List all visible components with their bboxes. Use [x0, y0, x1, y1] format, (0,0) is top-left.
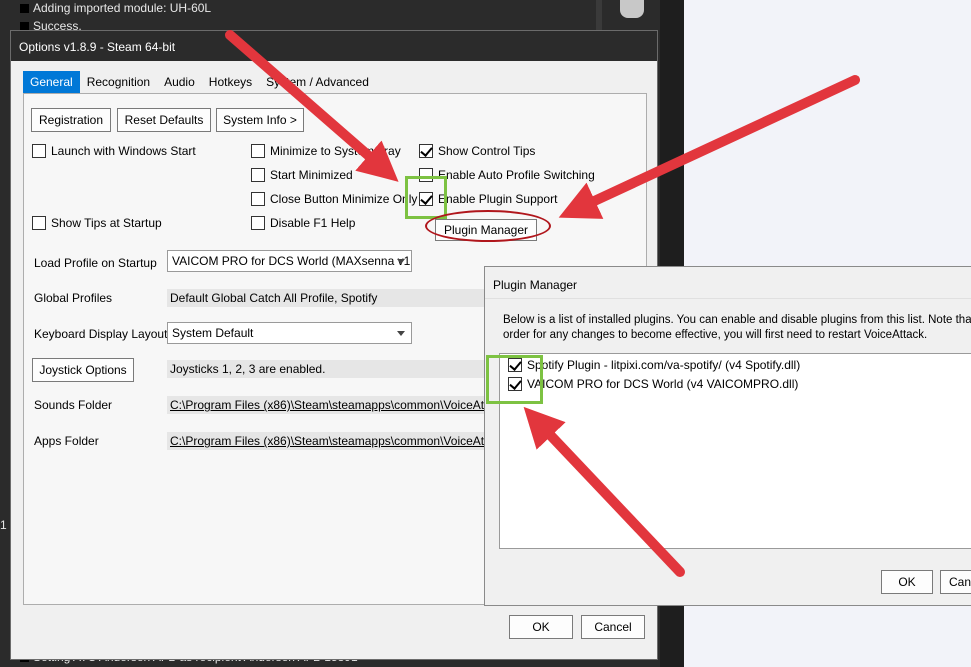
options-title: Options v1.8.9 - Steam 64-bit	[11, 31, 657, 61]
log-line: Success.	[20, 19, 82, 30]
log-line: Adding imported module: UH-60L	[20, 1, 211, 15]
checkbox-box[interactable]	[251, 144, 265, 158]
plugin-manager-cancel-button[interactable]: Canc	[940, 570, 971, 594]
ok-button[interactable]: OK	[509, 615, 573, 639]
cancel-button[interactable]: Cancel	[581, 615, 645, 639]
sounds-folder-label: Sounds Folder	[34, 398, 113, 412]
plugin-item-vaicom[interactable]: VAICOM PRO for DCS World (v4 VAICOMPRO.d…	[508, 377, 798, 391]
checkbox-box[interactable]	[32, 216, 46, 230]
plugin-manager-dialog: Plugin Manager Below is a list of instal…	[484, 266, 971, 606]
checkbox-box[interactable]	[251, 192, 265, 206]
checkbox-box[interactable]	[251, 168, 265, 182]
highlight-ellipse-plugin-manager	[425, 210, 551, 242]
sounds-folder-link[interactable]: C:\Program Files (x86)\Steam\steamapps\c…	[167, 396, 497, 414]
highlight-box-plugin-support	[405, 176, 447, 219]
apps-folder-link[interactable]: C:\Program Files (x86)\Steam\steamapps\c…	[167, 432, 497, 450]
start-minimized-checkbox[interactable]: Start Minimized	[251, 168, 353, 182]
checkbox-box[interactable]	[32, 144, 46, 158]
plugin-manager-description: Below is a list of installed plugins. Yo…	[503, 314, 971, 341]
tab-general[interactable]: General	[23, 71, 80, 93]
tab-recognition[interactable]: Recognition	[80, 71, 157, 93]
show-control-tips-checkbox[interactable]: Show Control Tips	[419, 144, 535, 158]
keyboard-layout-label: Keyboard Display Layout	[34, 327, 168, 341]
joystick-options-button[interactable]: Joystick Options	[32, 358, 134, 382]
load-profile-label: Load Profile on Startup	[34, 256, 157, 270]
keyboard-layout-dropdown[interactable]: System Default	[167, 322, 412, 344]
chevron-down-icon	[397, 331, 405, 336]
log-bullet-icon	[20, 4, 29, 13]
disable-f1-help-checkbox[interactable]: Disable F1 Help	[251, 216, 355, 230]
tab-audio[interactable]: Audio	[157, 71, 202, 93]
log-bullet-icon	[20, 22, 29, 30]
system-info-button[interactable]: System Info >	[216, 108, 304, 132]
plugin-manager-ok-button[interactable]: OK	[881, 570, 933, 594]
checkbox-box[interactable]	[251, 216, 265, 230]
registration-button[interactable]: Registration	[31, 108, 111, 132]
launch-with-windows-checkbox[interactable]: Launch with Windows Start	[32, 144, 196, 158]
plugin-item-spotify[interactable]: Spotify Plugin - litpixi.com/va-spotify/…	[508, 358, 800, 372]
global-profiles-label: Global Profiles	[34, 291, 113, 305]
load-profile-dropdown[interactable]: VAICOM PRO for DCS World (MAXsenna v1.	[167, 250, 412, 272]
log-scrollbar-track[interactable]	[596, 0, 602, 30]
close-button-minimize-checkbox[interactable]: Close Button Minimize Only	[251, 192, 417, 206]
tab-hotkeys[interactable]: Hotkeys	[202, 71, 259, 93]
apps-folder-label: Apps Folder	[34, 434, 99, 448]
checkbox-box-checked[interactable]	[419, 144, 433, 158]
log-scrollbar-thumb[interactable]	[620, 0, 644, 18]
global-profiles-value: Default Global Catch All Profile, Spotif…	[167, 289, 497, 307]
plugin-list[interactable]: Spotify Plugin - litpixi.com/va-spotify/…	[499, 353, 971, 549]
minimize-to-tray-checkbox[interactable]: Minimize to System Tray	[251, 144, 401, 158]
show-tips-startup-checkbox[interactable]: Show Tips at Startup	[32, 216, 162, 230]
highlight-box-plugins	[486, 355, 543, 404]
options-tabs: General Recognition Audio Hotkeys System…	[23, 71, 376, 93]
tab-system-advanced[interactable]: System / Advanced	[259, 71, 376, 93]
reset-defaults-button[interactable]: Reset Defaults	[117, 108, 211, 132]
joysticks-status: Joysticks 1, 2, 3 are enabled.	[167, 360, 497, 378]
chevron-down-icon	[397, 259, 405, 264]
log-fragment: 1	[0, 518, 7, 532]
plugin-manager-title: Plugin Manager	[485, 267, 971, 299]
